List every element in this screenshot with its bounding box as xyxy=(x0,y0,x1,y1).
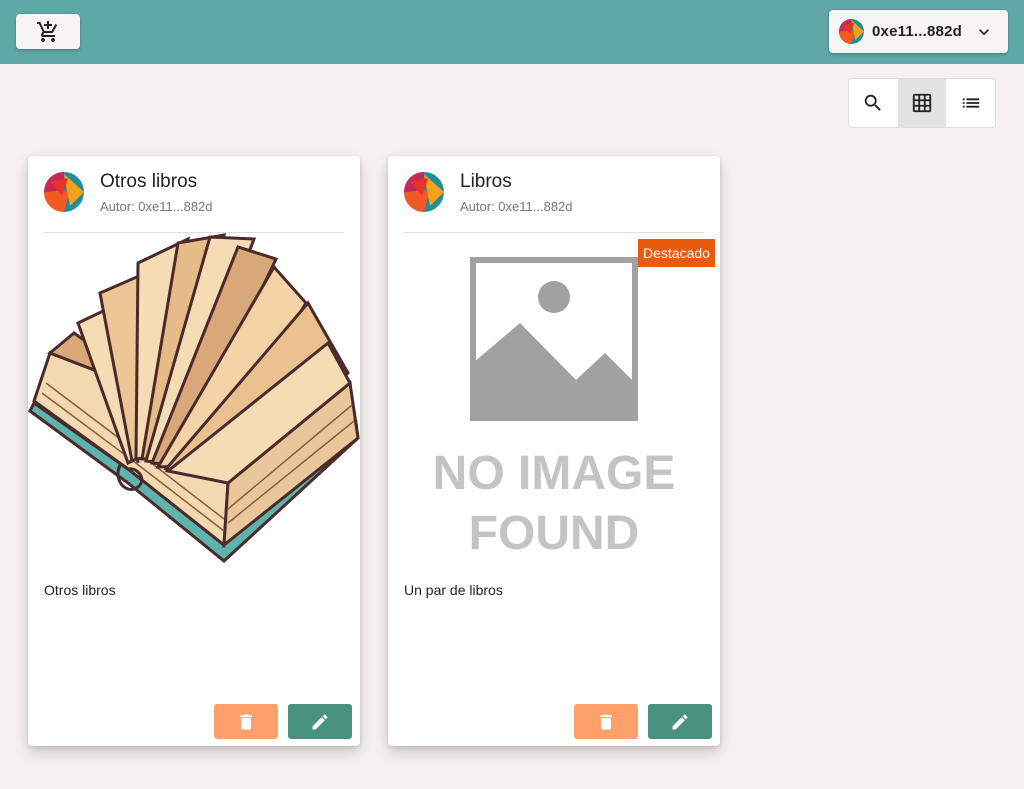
delete-button[interactable] xyxy=(214,704,278,739)
account-address: 0xe11...882d xyxy=(872,23,962,40)
trash-icon xyxy=(600,714,612,729)
account-avatar-icon xyxy=(839,19,864,44)
placeholder-text-line1: NO IMAGE xyxy=(433,447,676,500)
account-menu-button[interactable]: 0xe11...882d xyxy=(829,10,1008,53)
author-avatar-icon xyxy=(404,172,444,212)
search-icon xyxy=(865,94,882,111)
add-to-cart-button[interactable] xyxy=(16,14,80,49)
placeholder-text-line2: FOUND xyxy=(469,507,640,560)
trash-icon xyxy=(240,714,252,729)
chevron-down-icon xyxy=(974,22,994,42)
grid-view-icon xyxy=(912,93,932,113)
featured-badge: Destacado xyxy=(638,239,715,267)
delete-button[interactable] xyxy=(574,704,638,739)
no-image-placeholder: NO IMAGE FOUND xyxy=(433,257,676,560)
search-button[interactable] xyxy=(849,79,898,127)
card-description: Otros libros xyxy=(44,582,116,598)
author-avatar-icon xyxy=(44,172,84,212)
list-view-button[interactable] xyxy=(946,79,995,127)
card-description: Un par de libros xyxy=(404,582,503,598)
product-card[interactable]: Otros libros Autor: 0xe11...882d Otros l… xyxy=(28,156,360,746)
edit-button[interactable] xyxy=(648,704,712,739)
add-shopping-cart-icon xyxy=(37,20,58,42)
view-toggle-group xyxy=(848,78,996,128)
open-book-illustration xyxy=(28,233,360,563)
top-app-bar: 0xe11...882d xyxy=(0,0,1024,64)
edit-button[interactable] xyxy=(288,704,352,739)
card-author: Autor: 0xe11...882d xyxy=(100,199,213,214)
card-title: Otros libros xyxy=(100,171,198,192)
pencil-icon xyxy=(672,713,688,729)
card-author: Autor: 0xe11...882d xyxy=(460,199,573,214)
list-view-icon xyxy=(962,98,979,108)
product-card[interactable]: Libros Autor: 0xe11...882d NO IMAGE FOUN… xyxy=(388,156,720,746)
card-title: Libros xyxy=(460,171,512,192)
grid-view-button[interactable] xyxy=(897,79,947,127)
pencil-icon xyxy=(312,713,328,729)
